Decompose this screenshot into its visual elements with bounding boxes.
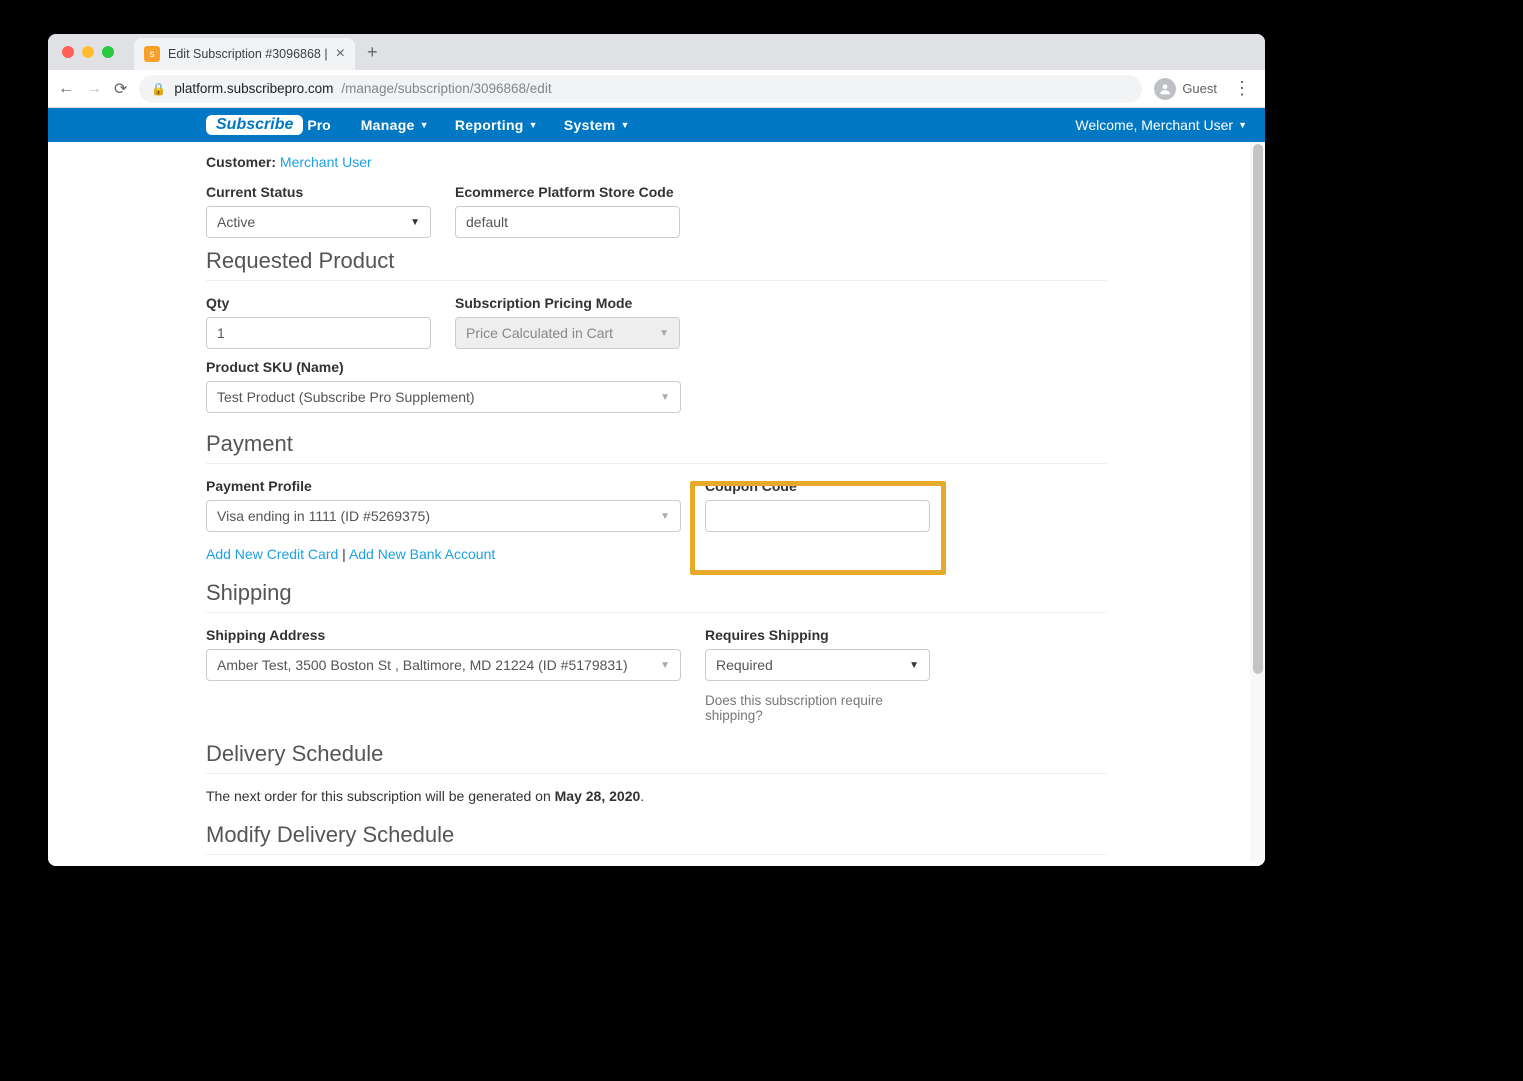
user-menu[interactable]: Welcome, Merchant User ▼ [1075,117,1247,133]
minimize-window-button[interactable] [82,46,94,58]
tab-title: Edit Subscription #3096868 | [168,47,328,61]
section-payment: Payment [206,431,1107,464]
maximize-window-button[interactable] [102,46,114,58]
current-status-select[interactable]: Active ▼ [206,206,431,238]
pricing-mode-value: Price Calculated in Cart [466,325,613,341]
qty-input[interactable] [206,317,431,349]
forward-button[interactable]: → [86,80,102,98]
add-bank-account-link[interactable]: Add New Bank Account [349,546,495,562]
shipping-address-label: Shipping Address [206,627,681,643]
profile-button[interactable]: Guest [1154,78,1217,100]
coupon-code-label: Coupon Code [705,478,930,494]
chevron-down-icon: ▼ [659,328,669,339]
main-nav: Manage ▼ Reporting ▼ System ▼ [361,117,630,133]
nav-reporting-label: Reporting [455,117,524,133]
section-delivery-schedule: Delivery Schedule [206,741,1107,774]
payment-profile-label: Payment Profile [206,478,681,494]
add-credit-card-link[interactable]: Add New Credit Card [206,546,338,562]
section-modify-delivery: Modify Delivery Schedule [206,822,1107,855]
customer-label: Customer: [206,154,276,170]
logo-suffix: Pro [307,117,330,133]
url-path: /manage/subscription/3096868/edit [341,81,551,96]
favicon-icon: s [144,46,160,62]
current-status-value: Active [217,214,255,230]
back-button[interactable]: ← [58,80,74,98]
coupon-code-input[interactable] [705,500,930,532]
section-shipping: Shipping [206,580,1107,613]
customer-row: Customer: Merchant User [206,154,1107,170]
requires-shipping-help: Does this subscription require shipping? [705,693,930,723]
payment-profile-value: Visa ending in 1111 (ID #5269375) [217,508,430,524]
qty-label: Qty [206,295,431,311]
chevron-down-icon: ▼ [420,120,429,130]
customer-link[interactable]: Merchant User [280,154,372,170]
welcome-text: Welcome, Merchant User [1075,117,1233,133]
chevron-down-icon: ▼ [660,392,670,403]
nav-manage[interactable]: Manage ▼ [361,117,429,133]
sku-select[interactable]: Test Product (Subscribe Pro Supplement) … [206,381,681,413]
pricing-mode-select[interactable]: Price Calculated in Cart ▼ [455,317,680,349]
link-separator: | [342,546,349,562]
lock-icon: 🔒 [151,82,166,96]
delivery-schedule-text: The next order for this subscription wil… [206,788,1107,804]
browser-window: s Edit Subscription #3096868 | × + ← → ⟳… [48,34,1265,866]
browser-chrome: s Edit Subscription #3096868 | × + ← → ⟳… [48,34,1265,108]
pricing-mode-label: Subscription Pricing Mode [455,295,680,311]
address-bar[interactable]: 🔒 platform.subscribepro.com/manage/subsc… [139,75,1142,103]
requires-shipping-label: Requires Shipping [705,627,930,643]
current-status-label: Current Status [206,184,431,200]
scrollbar-thumb[interactable] [1253,144,1263,674]
new-tab-button[interactable]: + [355,42,390,63]
store-code-label: Ecommerce Platform Store Code [455,184,680,200]
store-code-input[interactable] [455,206,680,238]
chevron-down-icon: ▼ [660,511,670,522]
logo[interactable]: Subscribe [206,115,303,135]
page-content: Customer: Merchant User Current Status A… [48,142,1265,866]
close-window-button[interactable] [62,46,74,58]
app-header: Subscribe Pro Manage ▼ Reporting ▼ System ▼… [48,108,1265,142]
delivery-date: May 28, 2020 [555,788,641,804]
shipping-address-value: Amber Test, 3500 Boston St , Baltimore, … [217,657,628,673]
payment-profile-select[interactable]: Visa ending in 1111 (ID #5269375) ▼ [206,500,681,532]
delivery-text-suffix: . [640,788,644,804]
chevron-down-icon: ▼ [529,120,538,130]
tab-bar: s Edit Subscription #3096868 | × + [48,34,1265,70]
nav-system[interactable]: System ▼ [564,117,630,133]
sku-value: Test Product (Subscribe Pro Supplement) [217,389,475,405]
browser-tab[interactable]: s Edit Subscription #3096868 | × [134,38,355,70]
delivery-text-prefix: The next order for this subscription wil… [206,788,555,804]
chevron-down-icon: ▼ [1238,120,1247,130]
browser-toolbar: ← → ⟳ 🔒 platform.subscribepro.com/manage… [48,70,1265,108]
avatar-icon [1154,78,1176,100]
shipping-address-select[interactable]: Amber Test, 3500 Boston St , Baltimore, … [206,649,681,681]
window-controls [58,46,124,58]
reload-button[interactable]: ⟳ [114,79,127,99]
nav-manage-label: Manage [361,117,415,133]
requires-shipping-select[interactable]: Required ▼ [705,649,930,681]
sku-label: Product SKU (Name) [206,359,681,375]
payment-links: Add New Credit Card | Add New Bank Accou… [206,546,681,562]
close-tab-button[interactable]: × [336,46,345,62]
guest-label: Guest [1182,81,1217,96]
chevron-down-icon: ▼ [909,660,919,671]
chevron-down-icon: ▼ [621,120,630,130]
nav-system-label: System [564,117,616,133]
browser-menu-button[interactable]: ⋮ [1229,78,1255,99]
requires-shipping-value: Required [716,657,773,673]
section-requested-product: Requested Product [206,248,1107,281]
url-host: platform.subscribepro.com [174,81,333,96]
chevron-down-icon: ▼ [660,660,670,671]
chevron-down-icon: ▼ [410,217,420,228]
nav-reporting[interactable]: Reporting ▼ [455,117,538,133]
